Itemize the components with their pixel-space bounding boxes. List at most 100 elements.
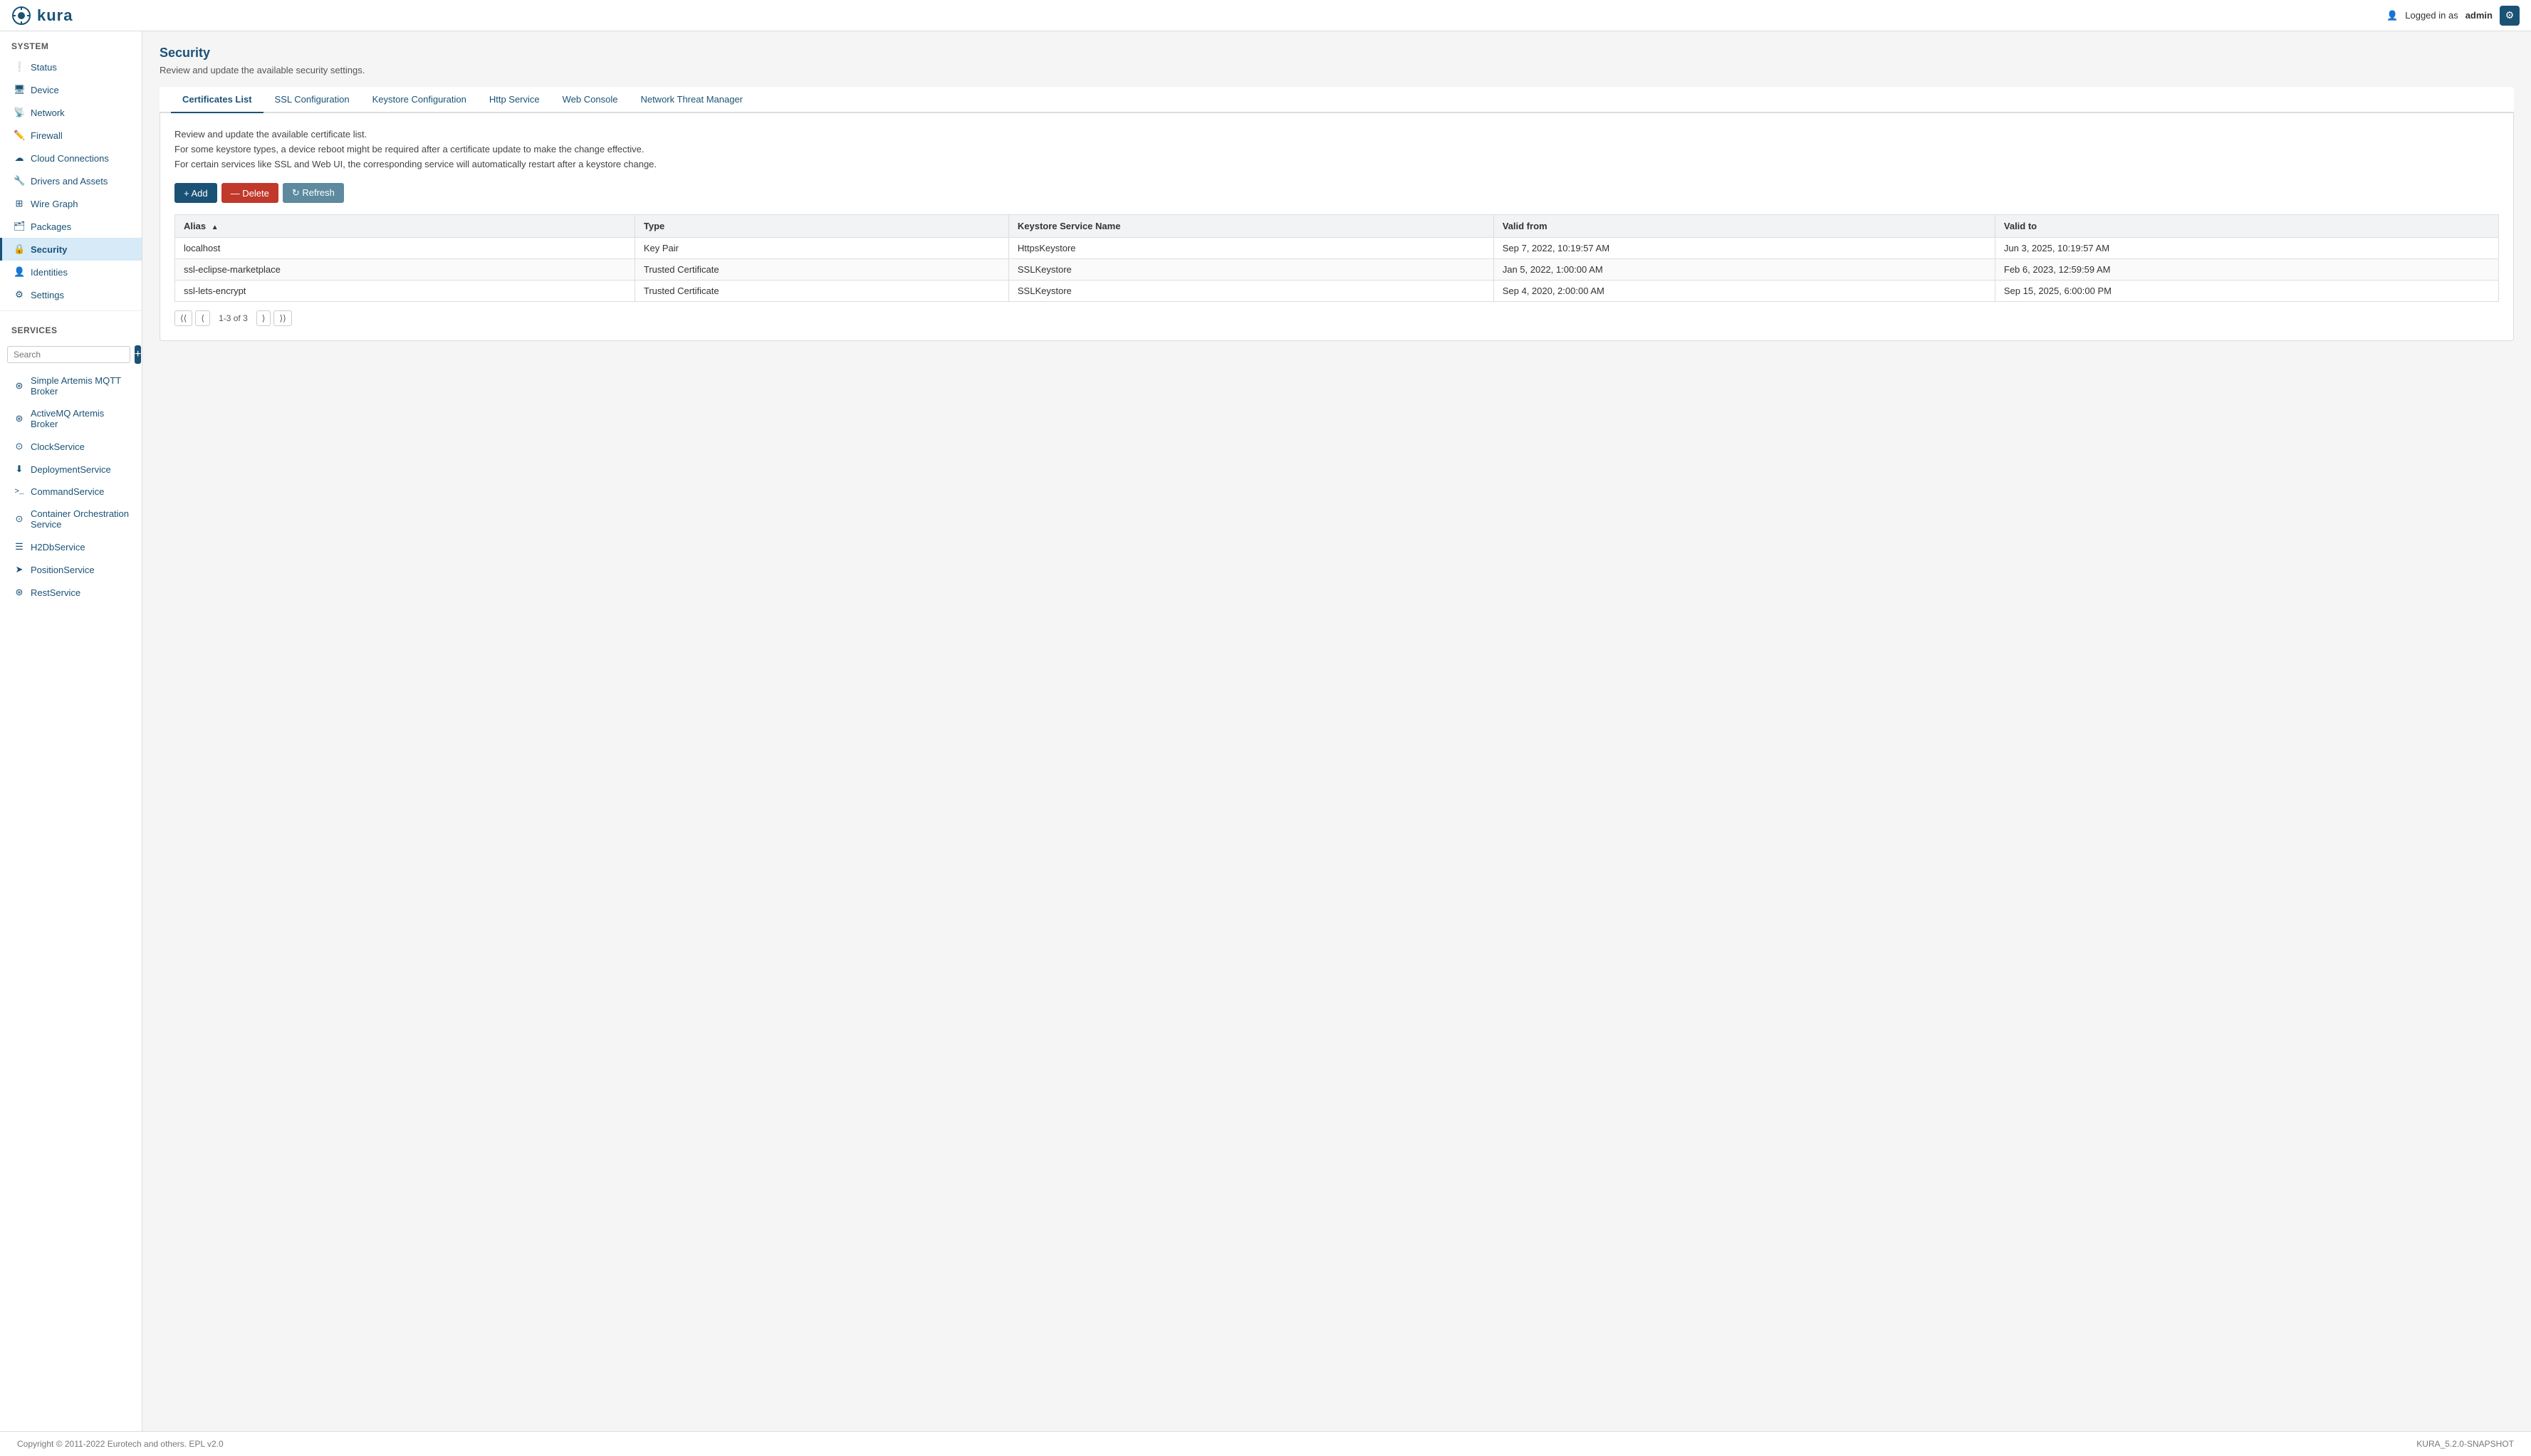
identities-icon: 👤 xyxy=(14,266,25,278)
next-page-button[interactable]: ⟩ xyxy=(256,310,271,326)
sidebar-item-packages[interactable]: 🗂 Packages xyxy=(0,215,142,238)
col-alias-label: Alias xyxy=(184,221,206,231)
col-type: Type xyxy=(635,215,1008,238)
panel: Review and update the available certific… xyxy=(160,113,2514,341)
services-search-input[interactable] xyxy=(7,346,130,363)
version-text: KURA_5.2.0-SNAPSHOT xyxy=(2416,1439,2514,1449)
sidebar-item-container-orchestration-service[interactable]: ⊙ Container Orchestration Service xyxy=(0,503,142,535)
packages-icon: 🗂 xyxy=(14,221,25,232)
cell-keystore-service-name: SSLKeystore xyxy=(1008,281,1493,302)
artemis-mqtt-icon: ⊛ xyxy=(14,380,25,392)
last-page-button[interactable]: ⟩⟩ xyxy=(273,310,291,326)
page-info: 1-3 of 3 xyxy=(213,313,254,323)
rest-icon: ⊛ xyxy=(14,587,25,598)
cell-type: Trusted Certificate xyxy=(635,281,1008,302)
sidebar-item-label: Identities xyxy=(31,267,68,278)
copyright-text: Copyright © 2011-2022 Eurotech and other… xyxy=(17,1439,224,1449)
cloud-icon: ☁ xyxy=(14,152,25,164)
sidebar-item-settings[interactable]: ⚙ Settings xyxy=(0,283,142,306)
sidebar-item-label: RestService xyxy=(31,587,80,598)
panel-desc-line3: For certain services like SSL and Web UI… xyxy=(174,157,2499,172)
deployment-icon: ⬇ xyxy=(14,463,25,475)
table-header: Alias ▲ Type Keystore Service Name Valid… xyxy=(175,215,2499,238)
user-icon: 👤 xyxy=(2386,10,2398,21)
sidebar-item-rest-service[interactable]: ⊛ RestService xyxy=(0,581,142,604)
tab-ssl-configuration[interactable]: SSL Configuration xyxy=(263,87,361,113)
main-content: Security Review and update the available… xyxy=(142,31,2531,1431)
sidebar-item-firewall[interactable]: ✏️ Firewall xyxy=(0,124,142,147)
refresh-button[interactable]: ↻ Refresh xyxy=(283,183,344,203)
table-row[interactable]: ssl-eclipse-marketplace Trusted Certific… xyxy=(175,259,2499,281)
sidebar-item-label: H2DbService xyxy=(31,542,85,552)
sort-asc-icon: ▲ xyxy=(212,224,219,231)
cell-alias: ssl-eclipse-marketplace xyxy=(175,259,635,281)
settings-gear-button[interactable]: ⚙ xyxy=(2500,6,2520,26)
sidebar-item-label: Container Orchestration Service xyxy=(31,508,130,530)
sidebar-item-label: Settings xyxy=(31,290,64,300)
sidebar-item-identities[interactable]: 👤 Identities xyxy=(0,261,142,283)
table-body: localhost Key Pair HttpsKeystore Sep 7, … xyxy=(175,238,2499,302)
table-row[interactable]: ssl-lets-encrypt Trusted Certificate SSL… xyxy=(175,281,2499,302)
cell-valid-from: Jan 5, 2022, 1:00:00 AM xyxy=(1493,259,1995,281)
user-area: 👤 Logged in as admin ⚙ xyxy=(2386,6,2520,26)
cell-valid-from: Sep 4, 2020, 2:00:00 AM xyxy=(1493,281,1995,302)
table-row[interactable]: localhost Key Pair HttpsKeystore Sep 7, … xyxy=(175,238,2499,259)
sidebar-item-label: ClockService xyxy=(31,441,85,452)
logo-area: kura xyxy=(11,6,73,26)
sidebar-item-label: Firewall xyxy=(31,130,63,141)
services-add-button[interactable]: + xyxy=(135,345,141,364)
sidebar-item-label: Packages xyxy=(31,221,71,232)
sidebar-item-device[interactable]: 🖥 Device xyxy=(0,78,142,101)
services-controls: + xyxy=(0,340,142,370)
tab-web-console[interactable]: Web Console xyxy=(551,87,630,113)
sidebar-item-cloud-connections[interactable]: ☁ Cloud Connections xyxy=(0,147,142,169)
sidebar-item-status[interactable]: ❕ Status xyxy=(0,56,142,78)
system-section-title: System xyxy=(0,31,142,56)
sidebar-item-security[interactable]: 🔒 Security xyxy=(0,238,142,261)
tab-http-service[interactable]: Http Service xyxy=(478,87,551,113)
sidebar-item-drivers-assets[interactable]: 🔧 Drivers and Assets xyxy=(0,169,142,192)
prev-page-button[interactable]: ⟨ xyxy=(195,310,210,326)
sidebar-item-simple-artemis-mqtt-broker[interactable]: ⊛ Simple Artemis MQTT Broker xyxy=(0,370,142,402)
first-page-button[interactable]: ⟨⟨ xyxy=(174,310,192,326)
certificates-table: Alias ▲ Type Keystore Service Name Valid… xyxy=(174,214,2499,302)
sidebar: System ❕ Status 🖥 Device 📡 Network ✏️ Fi… xyxy=(0,31,142,1431)
add-button[interactable]: + Add xyxy=(174,183,217,203)
cell-type: Key Pair xyxy=(635,238,1008,259)
sidebar-item-wire-graph[interactable]: ⊞ Wire Graph xyxy=(0,192,142,215)
sidebar-item-command-service[interactable]: >_ CommandService xyxy=(0,481,142,503)
activemq-icon: ⊛ xyxy=(14,413,25,424)
sidebar-item-network[interactable]: 📡 Network xyxy=(0,101,142,124)
delete-button[interactable]: — Delete xyxy=(221,183,278,203)
tab-certificates-list[interactable]: Certificates List xyxy=(171,87,263,113)
cell-keystore-service-name: SSLKeystore xyxy=(1008,259,1493,281)
tabs-container: Certificates List SSL Configuration Keys… xyxy=(160,87,2514,113)
h2db-icon: ☰ xyxy=(14,541,25,552)
sidebar-item-clock-service[interactable]: ⊙ ClockService xyxy=(0,435,142,458)
status-icon: ❕ xyxy=(14,61,25,73)
tab-network-threat-manager[interactable]: Network Threat Manager xyxy=(629,87,754,113)
container-icon: ⊙ xyxy=(14,513,25,525)
cell-keystore-service-name: HttpsKeystore xyxy=(1008,238,1493,259)
logo-text: kura xyxy=(37,6,73,25)
sidebar-item-activemq-artemis-broker[interactable]: ⊛ ActiveMQ Artemis Broker xyxy=(0,402,142,435)
sidebar-item-h2db-service[interactable]: ☰ H2DbService xyxy=(0,535,142,558)
sidebar-item-label: Network xyxy=(31,108,65,118)
cell-alias: localhost xyxy=(175,238,635,259)
sidebar-item-label: Device xyxy=(31,85,59,95)
col-keystore-service-name: Keystore Service Name xyxy=(1008,215,1493,238)
cell-valid-to: Jun 3, 2025, 10:19:57 AM xyxy=(1995,238,2498,259)
sidebar-item-deployment-service[interactable]: ⬇ DeploymentService xyxy=(0,458,142,481)
footer: Copyright © 2011-2022 Eurotech and other… xyxy=(0,1431,2531,1456)
sidebar-item-label: DeploymentService xyxy=(31,464,111,475)
top-header: kura 👤 Logged in as admin ⚙ xyxy=(0,0,2531,31)
tab-keystore-configuration[interactable]: Keystore Configuration xyxy=(361,87,478,113)
sidebar-item-label: ActiveMQ Artemis Broker xyxy=(31,408,130,429)
sidebar-item-label: Status xyxy=(31,62,57,73)
panel-description: Review and update the available certific… xyxy=(174,127,2499,172)
col-valid-from: Valid from xyxy=(1493,215,1995,238)
security-icon: 🔒 xyxy=(14,243,25,255)
sidebar-divider xyxy=(0,310,142,311)
sidebar-item-position-service[interactable]: ➤ PositionService xyxy=(0,558,142,581)
col-alias[interactable]: Alias ▲ xyxy=(175,215,635,238)
